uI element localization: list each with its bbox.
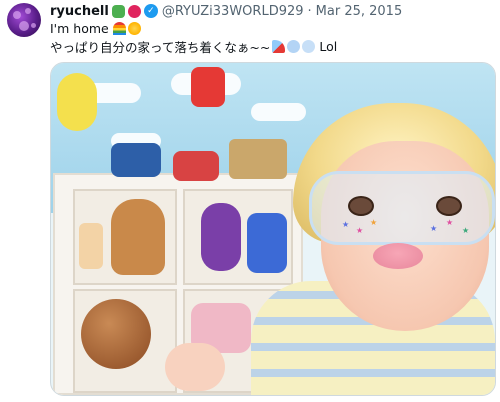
tweet-photo[interactable]: ★ ★ ★ ★ ★ ★ bbox=[50, 62, 496, 396]
tweet-text-line-2: やっぱり自分の家って落ち着くなぁ~~ Lol bbox=[50, 37, 337, 56]
tweet-date[interactable]: Mar 25, 2015 bbox=[316, 4, 403, 19]
display-name[interactable]: ryuchell bbox=[50, 4, 109, 19]
sun-emoji-icon bbox=[127, 22, 141, 35]
rainbow-emoji-icon bbox=[112, 22, 126, 35]
line1-text: I'm home bbox=[50, 21, 109, 36]
handle[interactable]: @RYUZi33WORLD929 bbox=[162, 4, 304, 19]
line2-text: やっぱり自分の家って落ち着くなぁ~~ bbox=[50, 40, 271, 55]
dash-emoji-icon bbox=[287, 40, 301, 53]
dragon-emoji-icon bbox=[111, 4, 125, 18]
tweet-header: ryuchell ✓ @RYUZi33WORLD929 · Mar 25, 20… bbox=[50, 3, 402, 19]
dash-emoji-icon bbox=[302, 40, 316, 53]
avatar[interactable] bbox=[7, 3, 41, 37]
line2-suffix: Lol bbox=[319, 39, 338, 54]
person-goggles: ★ ★ ★ ★ ★ ★ bbox=[309, 171, 495, 245]
separator: · bbox=[307, 3, 312, 19]
hearts-emoji-icon bbox=[127, 4, 141, 18]
tweet-text-line-1: I'm home bbox=[50, 21, 141, 36]
person-hand bbox=[165, 343, 225, 391]
rocket-emoji-icon bbox=[272, 40, 286, 53]
person-lips bbox=[373, 243, 423, 269]
verified-badge-icon: ✓ bbox=[143, 4, 158, 18]
